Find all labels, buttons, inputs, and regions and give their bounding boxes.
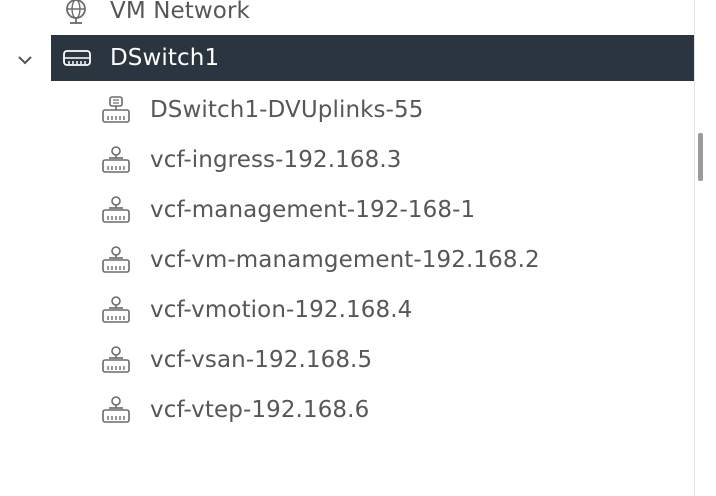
portgroup-icon [102,146,130,173]
vertical-scrollbar[interactable] [694,0,716,496]
tree-node-label: VM Network [110,0,250,24]
portgroup-icon [102,246,130,273]
portgroup-icon [102,196,130,223]
tree-node-label: vcf-vsan-192.168.5 [150,347,373,373]
distributed-switch-icon [63,50,91,66]
tree-node-portgroup[interactable]: vcf-vm-manamgement-192.168.2 [0,237,695,283]
network-globe-icon [66,0,86,24]
portgroup-icon [102,296,130,323]
tree-node-label: vcf-ingress-192.168.3 [150,147,402,173]
scrollbar-thumb[interactable] [698,133,703,181]
tree-node-portgroup[interactable]: vcf-vmotion-192.168.4 [0,287,695,333]
tree-node-label: vcf-vtep-192.168.6 [150,397,370,423]
inventory-tree: VM Network DSwitch1 DSwitch1-DVUplinks-5… [0,0,695,496]
tree-node-portgroup[interactable]: vcf-ingress-192.168.3 [0,137,695,183]
uplink-portgroup-icon [102,96,130,123]
tree-node-label: vcf-management-192-168-1 [150,197,476,223]
tree-node-label: vcf-vm-manamgement-192.168.2 [150,247,540,273]
chevron-down-icon[interactable] [14,49,36,71]
tree-node-portgroup[interactable]: vcf-vsan-192.168.5 [0,337,695,383]
tree-node-label: vcf-vmotion-192.168.4 [150,297,413,323]
portgroup-icon [102,346,130,373]
tree-node-portgroup[interactable]: vcf-management-192-168-1 [0,187,695,233]
tree-node-portgroup[interactable]: vcf-vtep-192.168.6 [0,387,695,433]
portgroup-icon [102,396,130,423]
tree-node-label: DSwitch1-DVUplinks-55 [150,97,424,123]
tree-node-dswitch1[interactable]: DSwitch1 [51,35,695,81]
tree-node-label: DSwitch1 [110,45,220,71]
tree-node-portgroup[interactable]: DSwitch1-DVUplinks-55 [0,87,695,133]
tree-node-vm-network[interactable]: VM Network [0,0,695,34]
